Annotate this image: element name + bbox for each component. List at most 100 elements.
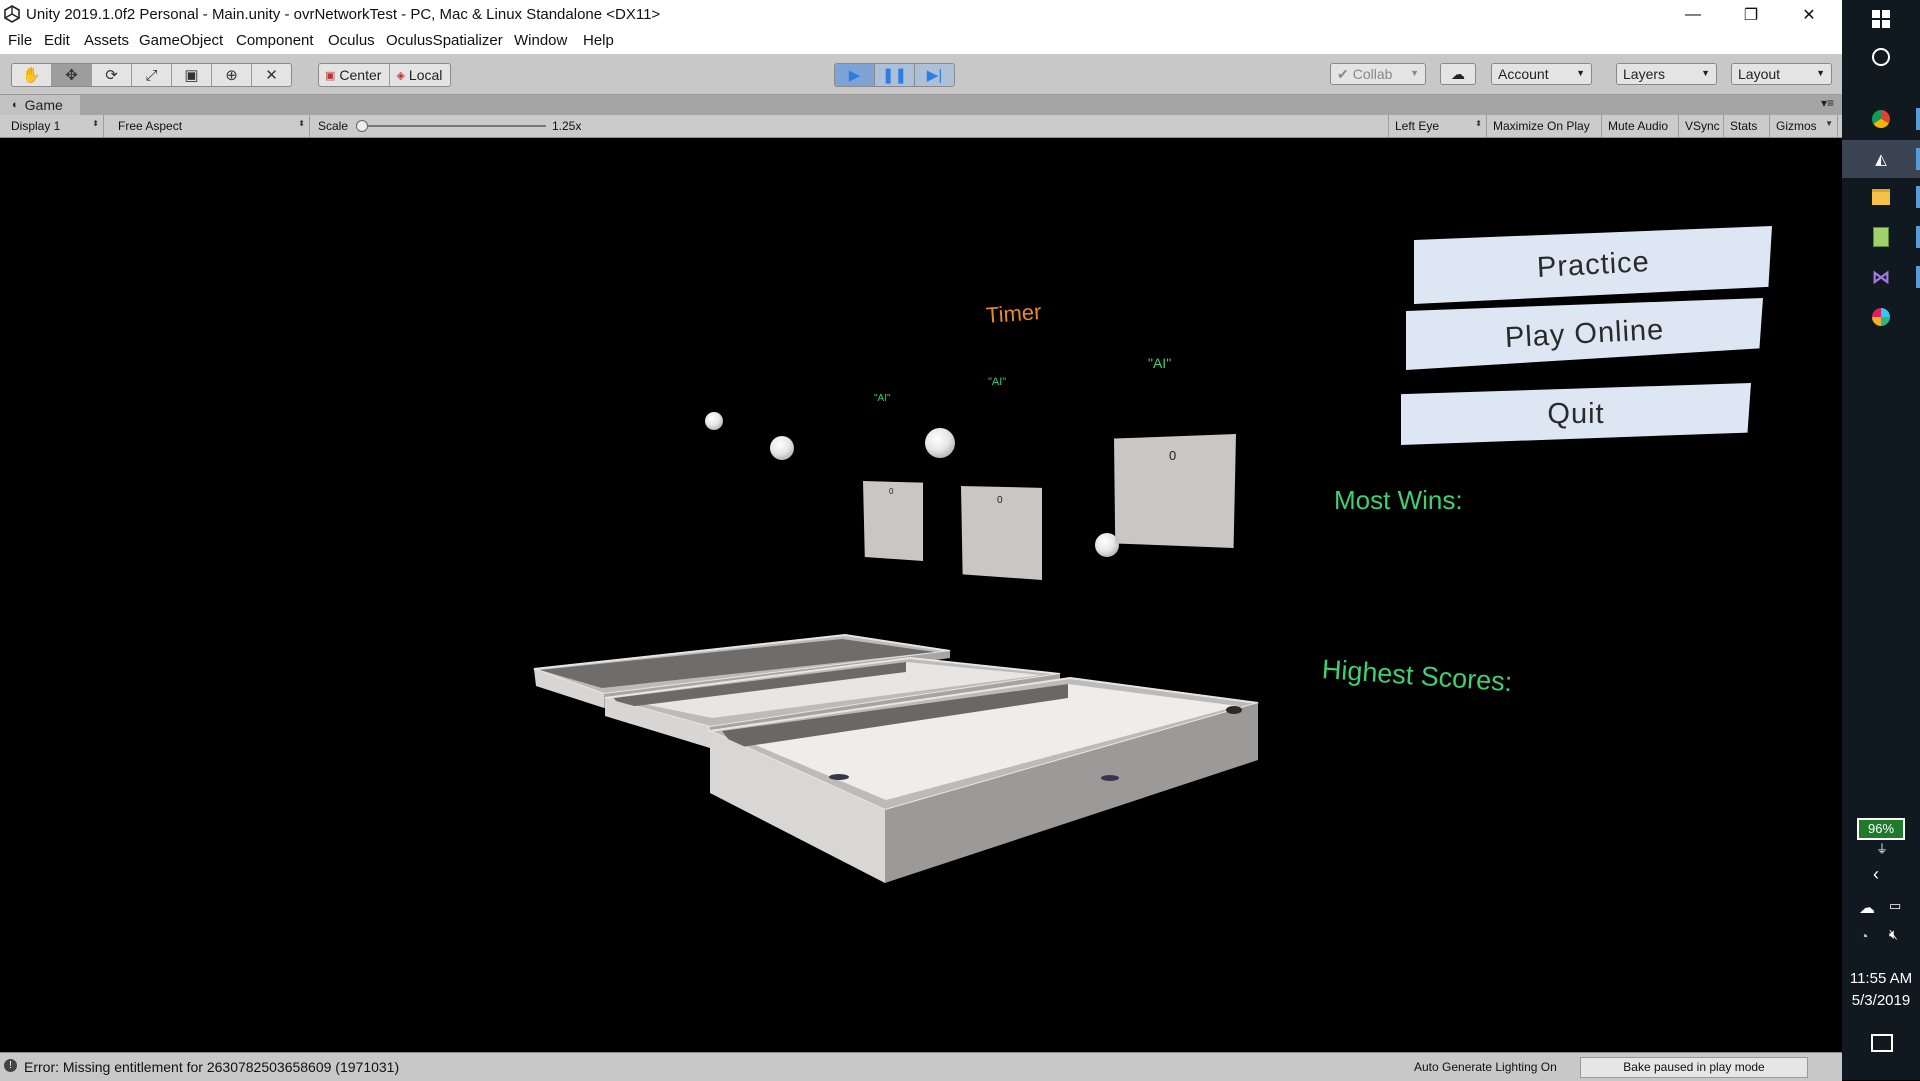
taskbar-slack[interactable]	[1842, 298, 1920, 336]
menu-assets[interactable]: Assets	[84, 32, 129, 49]
status-bar: ! Error: Missing entitlement for 2630782…	[0, 1052, 1842, 1081]
menu-oculusspatializer[interactable]: OculusSpatializer	[386, 32, 503, 49]
cloud-icon: ☁	[1451, 65, 1465, 82]
transform-tool-button[interactable]: ⊕	[212, 64, 252, 86]
bake-status: Bake paused in play mode	[1623, 1060, 1765, 1074]
chevron-down-icon: ▼	[1410, 68, 1419, 78]
gizmos-dropdown[interactable]: Gizmos ▼	[1770, 115, 1838, 137]
mute-audio-toggle[interactable]: Mute Audio	[1602, 115, 1679, 137]
chevron-down-icon: ▼	[1701, 68, 1710, 78]
step-button[interactable]: ▶|	[915, 64, 954, 86]
play-controls: ▶ ❚❚ ▶|	[834, 63, 955, 87]
score-value: 0	[997, 495, 1003, 506]
custom-tool-button[interactable]: ✕	[252, 64, 291, 86]
onedrive-icon[interactable]: ☁	[1859, 898, 1875, 918]
menu-window[interactable]: Window	[514, 32, 567, 49]
play-online-button[interactable]: Play Online	[1406, 298, 1763, 370]
collab-label: Collab	[1352, 66, 1393, 82]
notepad-icon	[1873, 227, 1889, 247]
pivot-center-button[interactable]: ▣ Center	[319, 64, 391, 86]
rect-tool-button[interactable]: ▣	[172, 64, 212, 86]
ai-label: "AI"	[988, 376, 1007, 388]
highest-scores-label: Highest Scores:	[1320, 654, 1514, 698]
hand-tool-button[interactable]: ✋	[12, 64, 52, 86]
unity-icon: ◭	[1875, 151, 1887, 168]
vsync-toggle[interactable]: VSync	[1679, 115, 1724, 137]
error-message[interactable]: Error: Missing entitlement for 263078250…	[24, 1059, 399, 1075]
battery-icon[interactable]: ▭	[1889, 898, 1901, 914]
chevron-down-icon: ▼	[1816, 68, 1825, 78]
menu-oculus[interactable]: Oculus	[328, 32, 375, 49]
close-button[interactable]: ✕	[1780, 0, 1838, 29]
cloud-button[interactable]: ☁	[1440, 63, 1476, 85]
layers-dropdown[interactable]: Layers ▼	[1616, 63, 1717, 85]
maximize-label: Maximize On Play	[1493, 119, 1590, 133]
clock[interactable]: 11:55 AM 5/3/2019	[1842, 968, 1920, 1012]
taskbar-explorer[interactable]	[1842, 178, 1920, 216]
clock-time: 11:55 AM	[1849, 970, 1913, 987]
start-button[interactable]	[1842, 0, 1920, 38]
restore-button[interactable]: ❐	[1722, 0, 1780, 29]
menu-help[interactable]: Help	[583, 32, 614, 49]
menu-bar: File Edit Assets GameObject Component Oc…	[0, 29, 1842, 54]
ball	[770, 436, 794, 460]
gamepad-icon: ◐	[12, 99, 19, 111]
error-icon: !	[4, 1059, 17, 1072]
layers-label: Layers	[1623, 66, 1666, 82]
taskbar-notepad[interactable]	[1842, 218, 1920, 256]
chevron-left-icon[interactable]: ‹	[1873, 864, 1879, 885]
battery-indicator[interactable]: 96%	[1857, 818, 1905, 840]
eye-dropdown[interactable]: Left Eye ⬍	[1388, 115, 1487, 137]
pause-icon: ❚❚	[881, 67, 908, 84]
display-label: Display 1	[11, 119, 61, 133]
menu-gameobject[interactable]: GameObject	[139, 32, 223, 49]
scale-label: Scale	[318, 119, 349, 133]
vsync-label: VSync	[1685, 119, 1720, 133]
title-bar: Unity 2019.1.0f2 Personal - Main.unity -…	[0, 0, 1842, 29]
running-indicator	[1916, 108, 1920, 130]
taskbar-chrome[interactable]	[1842, 100, 1920, 138]
gizmos-label: Gizmos	[1776, 119, 1817, 133]
cortana-button[interactable]	[1842, 38, 1920, 76]
chevron-down-icon: ▼	[1576, 68, 1585, 78]
volume-muted-icon[interactable]: 🔇︎	[1889, 926, 1898, 943]
game-viewport[interactable]: Practice Play Online Quit Most Wins: Hig…	[0, 138, 1842, 1052]
collab-dropdown[interactable]: ✔ Collab ▼	[1330, 63, 1426, 85]
scale-control: Scale 1.25x	[312, 115, 592, 137]
practice-label: Practice	[1535, 245, 1651, 284]
minimize-button[interactable]: —	[1664, 0, 1722, 29]
aspect-dropdown[interactable]: Free Aspect ⬍	[112, 115, 310, 137]
stats-label: Stats	[1730, 119, 1758, 133]
taskbar-unity[interactable]: ◭	[1842, 140, 1920, 178]
rotate-tool-button[interactable]: ⟳	[92, 64, 132, 86]
layout-dropdown[interactable]: Layout ▼	[1731, 63, 1832, 85]
practice-button[interactable]: Practice	[1414, 226, 1772, 304]
scale-tool-button[interactable]: ⤢	[132, 64, 172, 86]
menu-component[interactable]: Component	[236, 32, 314, 49]
account-dropdown[interactable]: Account ▼	[1491, 63, 1592, 85]
lighting-status: Auto Generate Lighting On	[1414, 1060, 1557, 1074]
pivot-local-button[interactable]: ◈ Local	[390, 64, 450, 86]
maximize-on-play-toggle[interactable]: Maximize On Play	[1487, 115, 1602, 137]
running-indicator	[1916, 226, 1920, 248]
taskbar-visual-studio[interactable]: ⋈	[1842, 258, 1920, 296]
scale-slider-track[interactable]	[362, 125, 546, 127]
tab-game[interactable]: ◐ Game	[0, 95, 80, 115]
layout-label: Layout	[1738, 66, 1781, 82]
tab-menu-icon[interactable]: ▾≡	[1821, 96, 1834, 110]
rotate-icon: ⟳	[105, 67, 118, 84]
move-tool-button[interactable]: ✥	[52, 64, 92, 86]
wifi-icon[interactable]: ◔	[1860, 928, 1868, 944]
pause-button[interactable]: ❚❚	[875, 64, 915, 86]
play-button[interactable]: ▶	[835, 64, 875, 86]
folder-icon	[1872, 189, 1890, 205]
menu-edit[interactable]: Edit	[44, 32, 70, 49]
eye-label: Left Eye	[1395, 119, 1440, 133]
quit-label: Quit	[1547, 397, 1605, 430]
quit-button[interactable]: Quit	[1401, 383, 1751, 445]
stats-toggle[interactable]: Stats	[1724, 115, 1770, 137]
display-dropdown[interactable]: Display 1 ⬍	[5, 115, 104, 137]
action-center-icon[interactable]	[1871, 1034, 1893, 1052]
menu-file[interactable]: File	[8, 32, 32, 49]
scale-slider-thumb[interactable]	[356, 120, 368, 132]
